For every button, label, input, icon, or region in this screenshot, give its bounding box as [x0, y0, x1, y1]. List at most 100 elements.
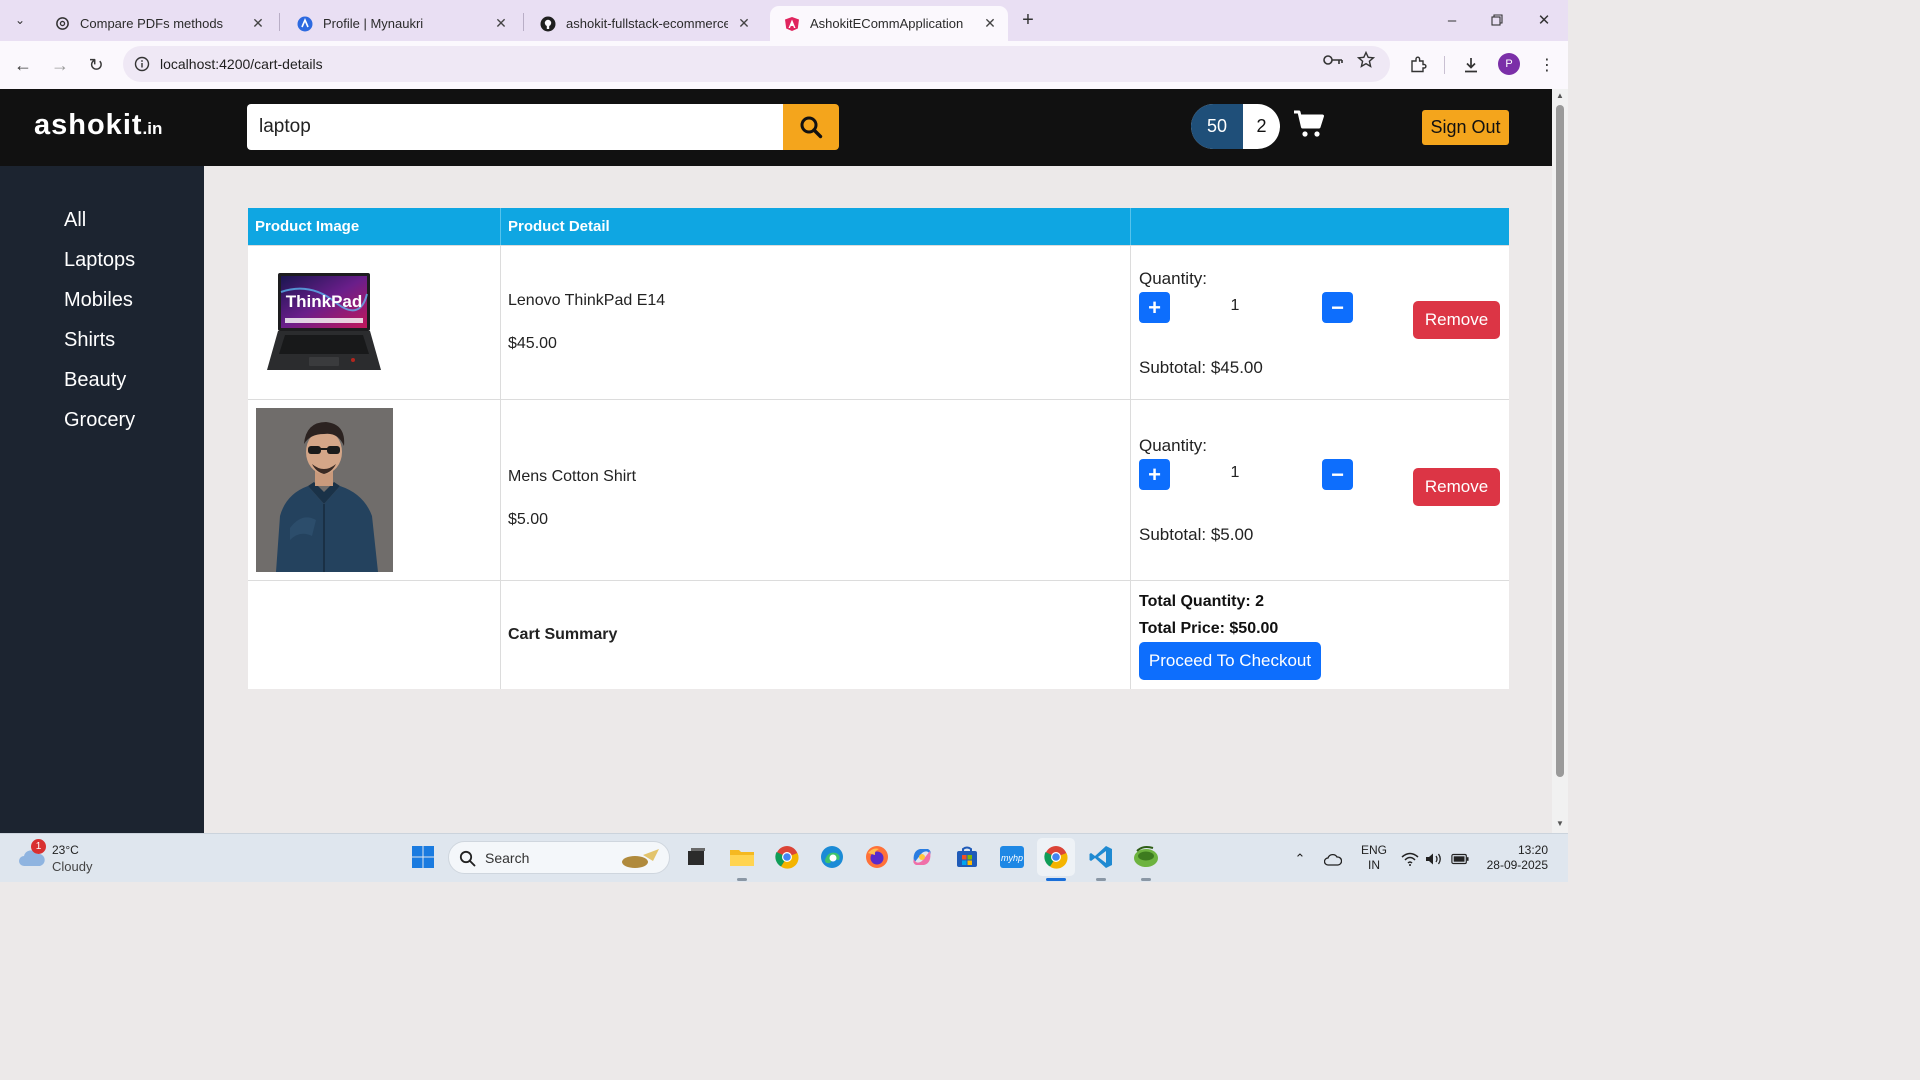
search-button[interactable] [783, 104, 839, 150]
svg-text:ThinkPad: ThinkPad [286, 292, 363, 311]
increase-quantity-button[interactable]: + [1139, 459, 1170, 490]
remove-button[interactable]: Remove [1413, 301, 1500, 339]
category-sidebar: All Laptops Mobiles Shirts Beauty Grocer… [0, 166, 204, 833]
task-view-icon[interactable] [682, 843, 710, 871]
cart-summary-row: Cart Summary Total Quantity: 2 Total Pri… [248, 580, 1509, 689]
cart-row: ThinkPad Lenovo ThinkPad E14 $45.00 Quan… [248, 245, 1509, 399]
tab-profile-mynaukri[interactable]: Profile | Mynaukri ✕ [283, 6, 519, 41]
download-icon[interactable] [1460, 54, 1482, 76]
region-code: IN [1368, 858, 1380, 872]
cart-total-price: 50 [1191, 104, 1243, 149]
column-divider [500, 581, 501, 689]
battery-icon[interactable] [1451, 850, 1469, 868]
plus-icon: + [1148, 294, 1161, 320]
search-icon [459, 850, 476, 867]
sidebar-item-beauty[interactable]: Beauty [64, 369, 126, 392]
forward-arrow-icon[interactable]: → [47, 52, 73, 78]
svg-text:myhp: myhp [1001, 853, 1023, 863]
vscode-icon[interactable] [1087, 843, 1115, 871]
reload-icon[interactable]: ↻ [83, 52, 109, 78]
bookmark-star-icon[interactable] [1356, 50, 1376, 70]
header-product-detail: Product Detail [500, 208, 1131, 245]
page-scrollbar[interactable]: ▲ ▼ [1552, 89, 1568, 833]
sidebar-item-mobiles[interactable]: Mobiles [64, 289, 133, 312]
tab-compare-pdfs[interactable]: Compare PDFs methods ✕ [40, 6, 276, 41]
tab-close-icon[interactable]: ✕ [250, 15, 266, 32]
onedrive-sync-icon[interactable] [1324, 850, 1342, 868]
toolbar-divider [1444, 56, 1445, 74]
tab-close-icon[interactable]: ✕ [982, 15, 998, 32]
tab-github[interactable]: ashokit-fullstack-ecommerce/d ✕ [526, 6, 762, 41]
proceed-to-checkout-button[interactable]: Proceed To Checkout [1139, 642, 1321, 680]
brand-logo[interactable]: ashokit.in [34, 109, 162, 142]
file-explorer-icon[interactable] [728, 843, 756, 871]
myhp-icon[interactable]: myhp [998, 843, 1026, 871]
spring-tool-suite-icon[interactable] [1132, 843, 1160, 871]
wifi-icon[interactable] [1401, 850, 1419, 868]
sign-out-button[interactable]: Sign Out [1422, 110, 1509, 145]
new-tab-plus-icon[interactable]: + [1016, 8, 1040, 32]
sidebar-item-grocery[interactable]: Grocery [64, 409, 135, 432]
scroll-up-arrow-icon[interactable]: ▲ [1555, 91, 1565, 100]
sidebar-item-shirts[interactable]: Shirts [64, 329, 115, 352]
weather-badge: 1 [31, 839, 46, 854]
column-divider [1130, 581, 1131, 689]
cart-item-count: 2 [1256, 116, 1267, 136]
extensions-puzzle-icon[interactable] [1407, 54, 1429, 76]
scrollbar-thumb[interactable] [1556, 105, 1564, 777]
remove-button[interactable]: Remove [1413, 468, 1500, 506]
address-bar[interactable]: localhost:4200/cart-details [123, 46, 1390, 82]
site-header: ashokit.in 50 2 Sign Out [0, 89, 1552, 166]
restore-icon[interactable] [1485, 8, 1509, 32]
microsoft-store-icon[interactable] [953, 843, 981, 871]
volume-icon[interactable] [1425, 850, 1443, 868]
scroll-down-arrow-icon[interactable]: ▼ [1555, 819, 1565, 828]
system-clock[interactable]: 13:20 28-09-2025 [1484, 843, 1548, 873]
tab-title: Profile | Mynaukri [323, 16, 424, 31]
decrease-quantity-button[interactable]: − [1322, 292, 1353, 323]
back-arrow-icon[interactable]: ← [10, 52, 36, 78]
tab-title: ashokit-fullstack-ecommerce/d [566, 16, 728, 31]
firefox-icon[interactable] [863, 843, 891, 871]
site-info-icon[interactable] [133, 55, 151, 73]
language-indicator[interactable]: ENG IN [1361, 843, 1387, 873]
sidebar-item-laptops[interactable]: Laptops [64, 249, 135, 272]
edge-icon[interactable] [818, 843, 846, 871]
brand-name: ashokit [34, 109, 143, 141]
browser-toolbar: ← → ↻ localhost:4200/cart-details P ⋮ [0, 41, 1568, 89]
password-key-icon[interactable] [1323, 50, 1343, 70]
running-indicator [1141, 878, 1151, 881]
header-actions [1130, 208, 1509, 245]
tab-search-chevron-icon[interactable]: ⌄ [7, 7, 33, 33]
tab-close-icon[interactable]: ✕ [736, 15, 752, 32]
menu-kebab-icon[interactable]: ⋮ [1536, 54, 1558, 76]
copilot-icon[interactable] [908, 843, 936, 871]
url-text[interactable]: localhost:4200/cart-details [160, 56, 323, 72]
chrome-active-icon[interactable] [1037, 838, 1075, 876]
total-price: Total Price: $50.00 [1139, 620, 1279, 637]
cart-table-header: Product Image Product Detail [248, 208, 1509, 245]
angular-icon [784, 16, 800, 32]
show-hidden-icons-chevron-icon[interactable]: ⌃ [1291, 850, 1309, 868]
tab-separator [279, 13, 280, 31]
tab-close-icon[interactable]: ✕ [493, 15, 509, 32]
weather-widget[interactable]: 1 23°C Cloudy [18, 839, 138, 876]
cart-status-pill: 50 2 [1191, 104, 1280, 149]
close-window-icon[interactable]: ✕ [1532, 8, 1556, 32]
shopping-cart-icon[interactable] [1293, 109, 1325, 139]
minimize-icon[interactable]: – [1440, 8, 1464, 32]
column-divider [500, 246, 501, 399]
laptop-image: ThinkPad [265, 272, 383, 374]
chrome-icon[interactable] [773, 843, 801, 871]
tab-ashokit-app[interactable]: AshokitECommApplication ✕ [770, 6, 1008, 41]
search-input[interactable] [247, 104, 783, 150]
header-product-image: Product Image [255, 218, 360, 235]
increase-quantity-button[interactable]: + [1139, 292, 1170, 323]
taskbar-search[interactable]: Search [448, 841, 670, 874]
active-indicator [1046, 878, 1066, 881]
windows-start-icon[interactable] [409, 843, 437, 871]
quantity-value: 1 [1230, 297, 1240, 314]
decrease-quantity-button[interactable]: − [1322, 459, 1353, 490]
sidebar-item-all[interactable]: All [64, 209, 86, 232]
profile-avatar[interactable]: P [1498, 53, 1520, 75]
